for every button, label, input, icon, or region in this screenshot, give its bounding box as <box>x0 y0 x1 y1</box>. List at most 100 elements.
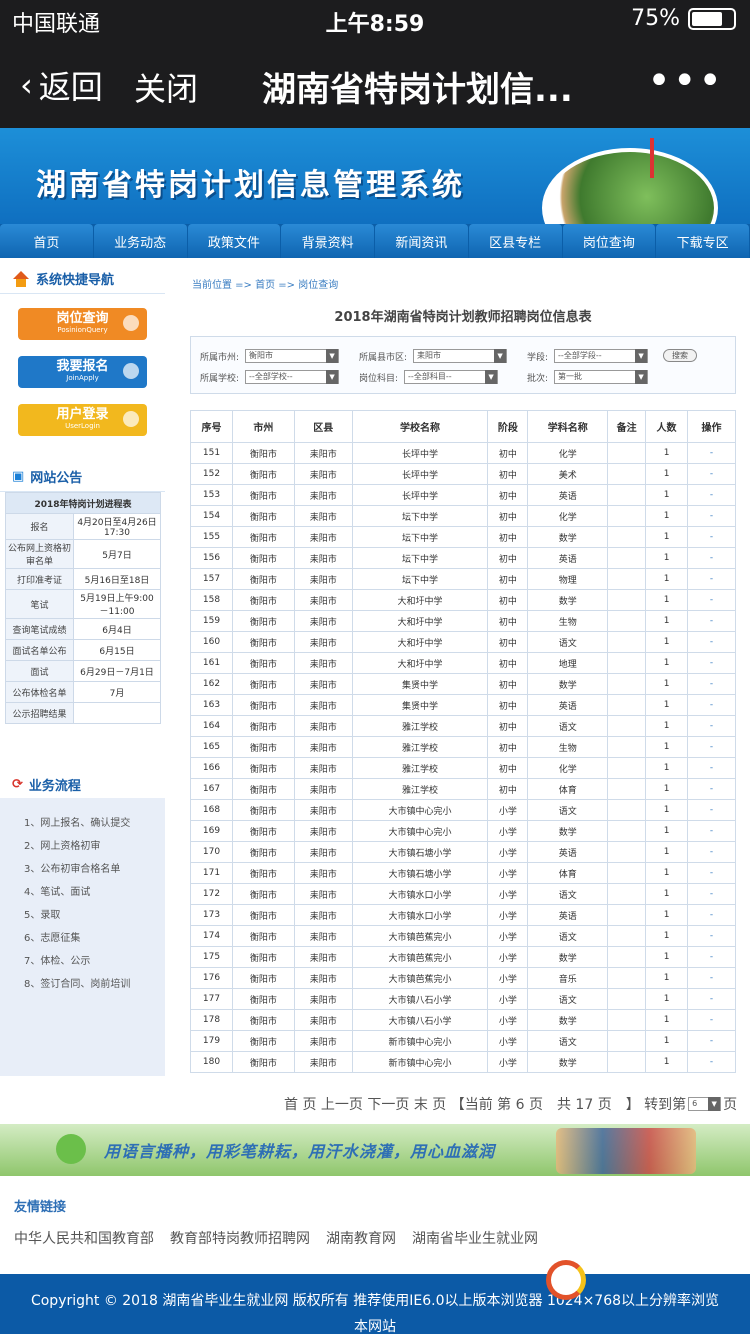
menu-item-policy[interactable]: 政策文件 <box>187 224 281 258</box>
menu-item-home[interactable]: 首页 <box>0 224 93 258</box>
menu-item-county[interactable]: 区县专栏 <box>468 224 562 258</box>
row-action[interactable]: - <box>687 715 736 737</box>
flow-heading: ⟳ 业务流程 <box>0 770 165 800</box>
row-action[interactable]: - <box>687 946 736 968</box>
page-select[interactable]: 6 <box>688 1097 722 1111</box>
row-action[interactable]: - <box>687 988 736 1010</box>
row-action[interactable]: - <box>687 694 736 716</box>
search-button[interactable]: 搜索 <box>663 349 697 362</box>
stage-select[interactable]: --全部学段-- <box>554 349 649 363</box>
table-cell <box>607 610 647 632</box>
table-cell: 初中 <box>487 715 529 737</box>
table-cell: 坛下中学 <box>351 547 489 569</box>
row-action[interactable]: - <box>687 862 736 884</box>
row-action[interactable]: - <box>687 925 736 947</box>
link-moe[interactable]: 中华人民共和国教育部 <box>14 1228 154 1248</box>
link-hunan-edu[interactable]: 湖南教育网 <box>326 1228 396 1248</box>
table-row: 151 衡阳市 耒阳市 长坪中学 初中 化学 1- <box>190 442 736 464</box>
row-action[interactable]: - <box>687 463 736 485</box>
table-cell: 1 <box>645 631 689 653</box>
heart-icon <box>56 1134 86 1164</box>
menu-item-news[interactable]: 业务动态 <box>93 224 187 258</box>
table-cell <box>607 463 647 485</box>
flow-step: 6、志愿征集 <box>24 933 81 944</box>
table-cell <box>607 505 647 527</box>
menu-item-information[interactable]: 新闻资讯 <box>375 224 468 258</box>
row-action[interactable]: - <box>687 883 736 905</box>
row-action[interactable]: - <box>687 610 736 632</box>
next-page-link[interactable]: 下一页 <box>367 1094 409 1114</box>
table-cell: 1 <box>645 505 689 527</box>
row-action[interactable]: - <box>687 757 736 779</box>
table-cell: 大和圩中学 <box>351 610 489 632</box>
row-action[interactable]: - <box>687 841 736 863</box>
table-cell <box>607 736 647 758</box>
table-cell: 英语 <box>527 694 609 716</box>
slogan-banner: 用语言播种，用彩笔耕耘，用汗水浇灌，用心血滋润 <box>0 1124 750 1176</box>
row-action[interactable]: - <box>687 505 736 527</box>
schedule-date <box>73 702 161 724</box>
schedule-step: 查询笔试成绩 <box>5 618 74 640</box>
flow-label: 业务流程 <box>28 779 81 794</box>
copyright-text-2: 本网站 <box>354 1319 396 1334</box>
close-button[interactable]: 关闭 <box>134 64 198 110</box>
prev-page-link[interactable]: 上一页 <box>321 1094 363 1114</box>
table-cell: 衡阳市 <box>231 631 295 653</box>
table-cell <box>607 694 647 716</box>
link-tegang[interactable]: 教育部特岗教师招聘网 <box>170 1228 310 1248</box>
row-action[interactable]: - <box>687 1030 736 1052</box>
join-apply-button[interactable]: 我要报名 JoinApply <box>18 356 147 388</box>
row-action[interactable]: - <box>687 631 736 653</box>
link-employment[interactable]: 湖南省毕业生就业网 <box>412 1228 538 1248</box>
menu-item-background[interactable]: 背景资料 <box>281 224 374 258</box>
row-action[interactable]: - <box>687 652 736 674</box>
table-cell: 小学 <box>487 1030 529 1052</box>
row-action[interactable]: - <box>687 1009 736 1031</box>
row-action[interactable]: - <box>687 484 736 506</box>
row-action[interactable]: - <box>687 547 736 569</box>
table-cell: 151 <box>190 442 233 464</box>
back-button[interactable]: ‹ 返回 <box>20 62 103 108</box>
table-cell <box>607 442 647 464</box>
page-title: 湖南省特岗计划信... <box>262 70 573 110</box>
row-action[interactable]: - <box>687 568 736 590</box>
school-select[interactable]: --全部学校-- <box>245 370 340 384</box>
subject-select[interactable]: --全部科目-- <box>404 370 499 384</box>
table-row: 178 衡阳市 耒阳市 大市镇八石小学 小学 数学 1- <box>190 1009 736 1031</box>
menu-item-position-query[interactable]: 岗位查询 <box>562 224 656 258</box>
row-action[interactable]: - <box>687 442 736 464</box>
row-action[interactable]: - <box>687 673 736 695</box>
row-action[interactable]: - <box>687 799 736 821</box>
position-query-button[interactable]: 岗位查询 PosinionQuery <box>18 308 147 340</box>
row-action[interactable]: - <box>687 904 736 926</box>
row-action[interactable]: - <box>687 1051 736 1073</box>
table-cell: 小学 <box>487 988 529 1010</box>
table-cell: 1 <box>645 463 689 485</box>
user-login-button[interactable]: 用户登录 UserLogin <box>18 404 147 436</box>
table-cell: 衡阳市 <box>231 841 295 863</box>
first-page-link[interactable]: 首 页 <box>284 1094 316 1114</box>
table-cell: 179 <box>190 1030 233 1052</box>
table-cell: 衡阳市 <box>231 610 295 632</box>
table-cell: 160 <box>190 631 233 653</box>
county-select[interactable]: 耒阳市 <box>413 349 508 363</box>
schedule-step: 公布网上资格初审名单 <box>5 539 74 569</box>
row-action[interactable]: - <box>687 526 736 548</box>
city-select[interactable]: 衡阳市 <box>245 349 340 363</box>
table-cell: 耒阳市 <box>293 568 353 590</box>
batch-select[interactable]: 第一批 <box>554 370 649 384</box>
row-action[interactable]: - <box>687 820 736 842</box>
browser-logo-icon <box>546 1260 586 1300</box>
table-cell <box>607 820 647 842</box>
row-action[interactable]: - <box>687 736 736 758</box>
table-cell: 耒阳市 <box>293 925 353 947</box>
row-action[interactable]: - <box>687 967 736 989</box>
more-menu-button[interactable]: ••• <box>647 58 724 104</box>
schedule-row: 面试 6月29日－7月1日 <box>5 660 161 682</box>
row-action[interactable]: - <box>687 778 736 800</box>
menu-item-download[interactable]: 下载专区 <box>656 224 749 258</box>
row-action[interactable]: - <box>687 589 736 611</box>
table-cell: 衡阳市 <box>231 967 295 989</box>
last-page-link[interactable]: 末 页 <box>414 1094 446 1114</box>
table-cell: 耒阳市 <box>293 715 353 737</box>
